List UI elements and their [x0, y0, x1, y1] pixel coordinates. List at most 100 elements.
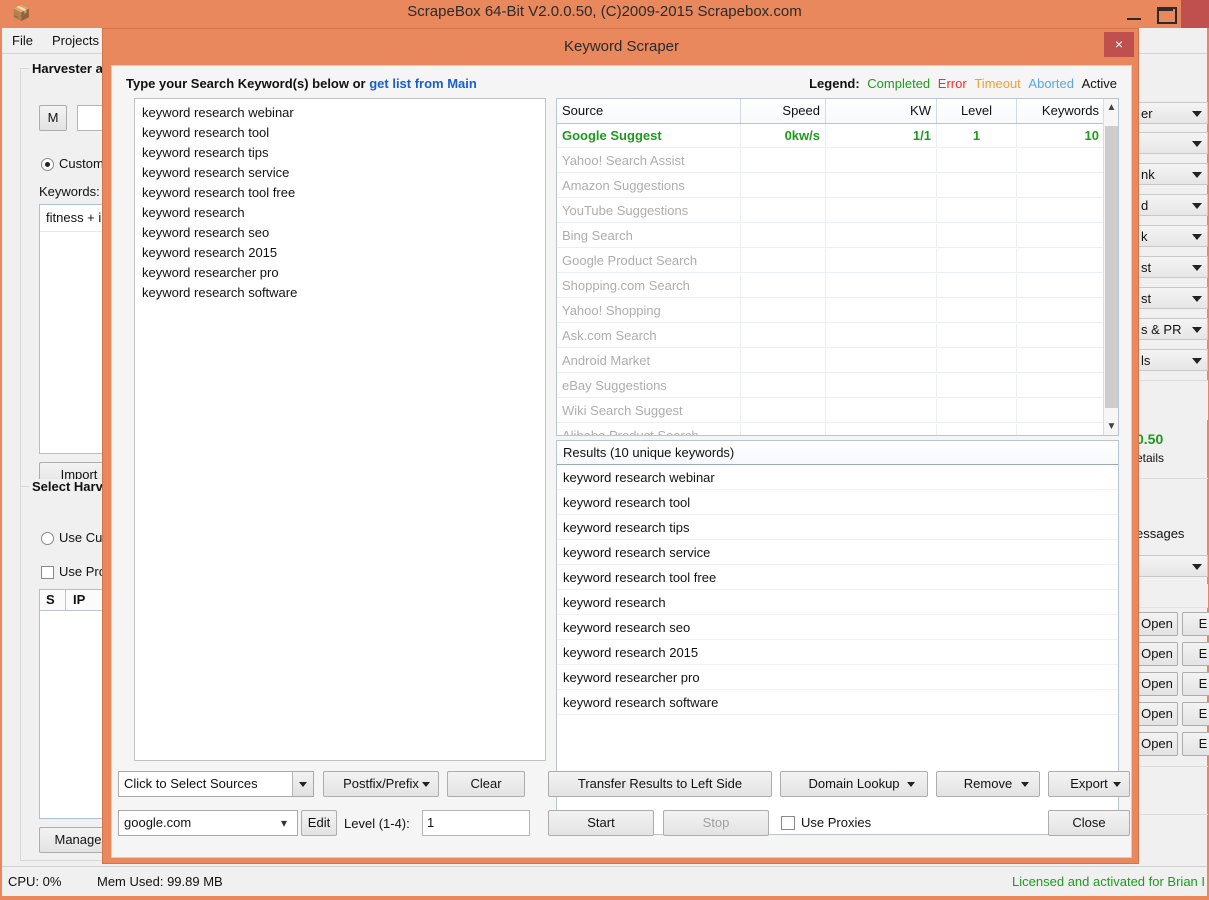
proxy-col-ip: IP: [73, 592, 86, 607]
right-combo-9[interactable]: ls: [1136, 349, 1208, 371]
source-cell-kw: [826, 149, 937, 173]
result-row[interactable]: keyword research 2015: [557, 640, 1118, 665]
result-row[interactable]: keyword research tool: [557, 490, 1118, 515]
export-button-3[interactable]: E: [1182, 672, 1209, 696]
col-source[interactable]: Source: [557, 99, 741, 123]
right-combo-5[interactable]: k: [1136, 225, 1208, 247]
open-button-5[interactable]: Open: [1136, 732, 1178, 756]
use-custom-harvester-radio[interactable]: [41, 532, 54, 545]
chevron-down-icon: [1192, 564, 1202, 570]
export-button[interactable]: Export: [1048, 771, 1130, 797]
export-button-1[interactable]: E: [1182, 612, 1209, 636]
source-table[interactable]: Source Speed KW Level Keywords Google Su…: [556, 98, 1119, 436]
result-row[interactable]: keyword research tips: [557, 515, 1118, 540]
right-combo-6[interactable]: st: [1136, 256, 1208, 278]
col-kw[interactable]: KW: [826, 99, 937, 123]
engine-combo[interactable]: google.com ▾: [118, 810, 298, 836]
maximize-icon[interactable]: [1155, 5, 1177, 24]
source-table-row[interactable]: Amazon Suggestions: [557, 174, 1105, 199]
result-row[interactable]: keyword research: [557, 590, 1118, 615]
close-icon[interactable]: ×: [1104, 32, 1134, 57]
right-combo-3[interactable]: nk: [1136, 163, 1208, 185]
select-sources-dropdown-button[interactable]: [292, 772, 313, 796]
chevron-down-icon: [1192, 296, 1202, 302]
right-combo-messages[interactable]: [1136, 555, 1208, 577]
source-cell-source: Yahoo! Search Assist: [557, 149, 741, 173]
minimize-icon[interactable]: [1123, 8, 1147, 24]
select-sources-combo[interactable]: Click to Select Sources: [118, 771, 314, 797]
postfix-prefix-button[interactable]: Postfix/Prefix: [323, 771, 439, 797]
start-button[interactable]: Start: [548, 810, 654, 836]
source-table-row[interactable]: Google Product Search: [557, 249, 1105, 274]
export-button-5[interactable]: E: [1182, 732, 1209, 756]
result-row[interactable]: keyword research webinar: [557, 465, 1118, 490]
right-combo-2[interactable]: [1136, 132, 1208, 154]
close-button[interactable]: Close: [1048, 810, 1130, 836]
source-cell-kw: [826, 249, 937, 273]
use-proxies-checkbox[interactable]: [781, 816, 795, 830]
clear-button[interactable]: Clear: [447, 771, 525, 797]
open-button-4[interactable]: Open: [1136, 702, 1178, 726]
legend-title: Legend:: [809, 76, 860, 91]
result-row[interactable]: keyword researcher pro: [557, 665, 1118, 690]
get-list-from-main-link[interactable]: get list from Main: [369, 76, 477, 91]
level-input[interactable]: 1: [422, 810, 530, 836]
export-button-4[interactable]: E: [1182, 702, 1209, 726]
source-cell-kw: [826, 424, 937, 435]
chevron-down-icon[interactable]: ▼: [1104, 418, 1118, 435]
source-cell-kw: [826, 174, 937, 198]
right-combo-4[interactable]: d: [1136, 194, 1208, 216]
use-proxies-checkbox[interactable]: [41, 566, 54, 579]
balance-details-link[interactable]: etails: [1136, 451, 1164, 465]
source-table-row[interactable]: Alibaba Product Search: [557, 424, 1105, 435]
menu-projects[interactable]: Projects: [52, 33, 99, 48]
keyword-input-line: keyword research service: [142, 165, 290, 180]
source-table-row[interactable]: Google Suggest 0kw/s 1/1 1 10: [557, 124, 1105, 149]
keyword-input-area[interactable]: keyword research webinar keyword research…: [134, 98, 546, 761]
main-window-titlebar[interactable]: 📦 ScrapeBox 64-Bit V2.0.0.50, (C)2009-20…: [0, 0, 1209, 28]
remove-button[interactable]: Remove: [936, 771, 1040, 797]
open-button-2[interactable]: Open: [1136, 642, 1178, 666]
edit-button[interactable]: Edit: [301, 810, 337, 836]
legend-timeout: Timeout: [974, 76, 1021, 91]
col-level[interactable]: Level: [937, 99, 1017, 123]
right-combo-7[interactable]: st: [1136, 287, 1208, 309]
chevron-up-icon[interactable]: ▲: [1104, 99, 1118, 116]
dialog-titlebar[interactable]: Keyword Scraper ×: [103, 29, 1140, 65]
source-table-row[interactable]: Yahoo! Shopping: [557, 299, 1105, 324]
source-table-row[interactable]: Android Market: [557, 349, 1105, 374]
result-row[interactable]: keyword research tool free: [557, 565, 1118, 590]
use-custom-harvester-label: Use Cu: [59, 530, 103, 545]
source-table-row[interactable]: Ask.com Search: [557, 324, 1105, 349]
col-speed[interactable]: Speed: [741, 99, 826, 123]
source-table-row[interactable]: Bing Search: [557, 224, 1105, 249]
source-table-row[interactable]: Shopping.com Search: [557, 274, 1105, 299]
source-cell-source: Google Product Search: [557, 249, 741, 273]
right-combo-8[interactable]: s & PR: [1136, 318, 1208, 340]
m-button[interactable]: M: [39, 105, 67, 131]
export-button-2[interactable]: E: [1182, 642, 1209, 666]
open-button-3[interactable]: Open: [1136, 672, 1178, 696]
result-row[interactable]: keyword research software: [557, 690, 1118, 715]
custom-footprint-radio[interactable]: [41, 158, 54, 171]
scrollbar-thumb[interactable]: [1105, 126, 1118, 408]
menu-file[interactable]: File: [12, 33, 33, 48]
source-table-row[interactable]: eBay Suggestions: [557, 374, 1105, 399]
col-keywords[interactable]: Keywords: [1017, 99, 1105, 123]
source-table-row[interactable]: YouTube Suggestions: [557, 199, 1105, 224]
result-row[interactable]: keyword research seo: [557, 615, 1118, 640]
close-icon[interactable]: [1181, 0, 1209, 28]
right-combo-1[interactable]: er: [1136, 102, 1208, 124]
engine-dropdown-button[interactable]: ▾: [276, 811, 297, 835]
transfer-results-button[interactable]: Transfer Results to Left Side: [548, 771, 772, 797]
source-table-scrollbar[interactable]: ▲ ▼: [1103, 99, 1118, 435]
keyword-scraper-dialog: Keyword Scraper × Type your Search Keywo…: [102, 28, 1139, 864]
keyword-hint-text: Type your Search Keyword(s) below or: [126, 76, 370, 91]
source-table-row[interactable]: Wiki Search Suggest: [557, 399, 1105, 424]
source-cell-level: [937, 374, 1017, 398]
domain-lookup-button[interactable]: Domain Lookup: [780, 771, 928, 797]
open-button-1[interactable]: Open: [1136, 612, 1178, 636]
result-row[interactable]: keyword research service: [557, 540, 1118, 565]
right-combo-5-label: k: [1141, 229, 1148, 244]
source-table-row[interactable]: Yahoo! Search Assist: [557, 149, 1105, 174]
